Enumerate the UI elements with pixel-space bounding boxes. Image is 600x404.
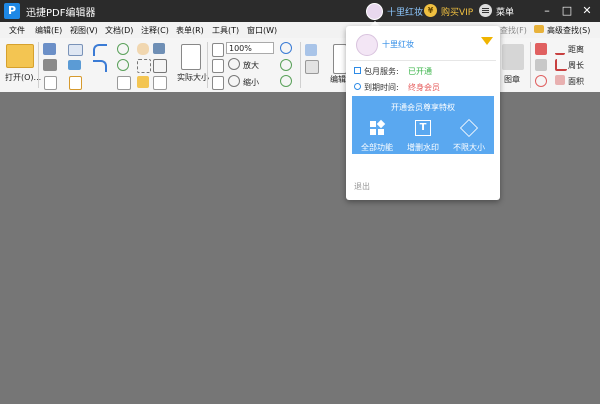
- eraser-icon[interactable]: [535, 59, 547, 71]
- cube-icon: [459, 118, 479, 138]
- area-icon[interactable]: [555, 75, 565, 85]
- logout-link[interactable]: 退出: [354, 181, 370, 192]
- text-tool-icon[interactable]: [305, 60, 319, 74]
- find-menu[interactable]: 查找(F): [500, 25, 527, 36]
- actual-size-label[interactable]: 实际大小: [177, 72, 209, 83]
- actual-size-icon[interactable]: [181, 44, 201, 70]
- new-document-icon[interactable]: [44, 76, 57, 90]
- forward-icon[interactable]: [117, 59, 129, 71]
- page-icon[interactable]: [117, 76, 131, 90]
- stamp-icon[interactable]: [502, 44, 524, 70]
- distance-label[interactable]: 距离: [568, 44, 584, 55]
- zoom-level-input[interactable]: 100%: [226, 42, 274, 54]
- text-watermark-icon: T: [415, 120, 431, 136]
- title-bar: P 迅捷PDF编辑器 十里红妆 ¥ 购买VIP 菜单 – □ ✕: [0, 0, 600, 22]
- advanced-find-menu[interactable]: 高级查找(S): [547, 25, 590, 36]
- fit-page-icon[interactable]: [212, 43, 224, 57]
- edit-tool-icon[interactable]: [305, 44, 317, 56]
- snapshot-icon[interactable]: [153, 43, 165, 54]
- cloud-icon[interactable]: [68, 60, 81, 70]
- area-label[interactable]: 面积: [568, 76, 584, 87]
- menu-document[interactable]: 文档(D): [105, 25, 133, 36]
- rotate-back-icon[interactable]: [280, 75, 292, 87]
- vip-privileges-title: 开通会员尊享特权: [391, 103, 455, 112]
- save-icon[interactable]: [43, 43, 56, 55]
- menu-form[interactable]: 表单(R): [176, 25, 204, 36]
- clear-icon[interactable]: [535, 75, 547, 87]
- vip-privileges-panel[interactable]: 开通会员尊享特权 全部功能 T 增删水印 不限大小: [352, 96, 494, 154]
- hand-tool-icon[interactable]: [137, 43, 149, 55]
- zoom-in-icon[interactable]: [228, 58, 240, 70]
- rotate-icon[interactable]: [280, 59, 292, 71]
- open-folder-icon[interactable]: [6, 44, 34, 68]
- perimeter-icon[interactable]: [555, 59, 567, 71]
- select-text-icon[interactable]: [137, 59, 151, 73]
- user-avatar[interactable]: [366, 3, 383, 20]
- email-icon[interactable]: [68, 44, 83, 56]
- zoom-out-icon[interactable]: [228, 75, 240, 87]
- zoom-in-label[interactable]: 放大: [243, 60, 259, 71]
- edit-label[interactable]: 编辑: [330, 74, 346, 85]
- zoom-out-label[interactable]: 缩小: [243, 77, 259, 88]
- menu-bar: 文件 编辑(E) 视图(V) 文档(D) 注释(C) 表单(R) 工具(T) 窗…: [0, 22, 600, 38]
- fit-visible-icon[interactable]: [212, 76, 224, 90]
- user-name-link[interactable]: 十里红妆: [387, 5, 423, 18]
- stamp-label[interactable]: 图章: [504, 74, 520, 85]
- open-button-label[interactable]: 打开(O)...: [5, 72, 41, 83]
- feature-watermark[interactable]: T 增删水印: [400, 118, 446, 154]
- monthly-service-label: 包月服务:: [364, 67, 399, 76]
- attach-icon[interactable]: [153, 76, 167, 90]
- feature-all-functions[interactable]: 全部功能: [354, 118, 400, 154]
- menu-edit[interactable]: 编辑(E): [35, 25, 62, 36]
- feature-all-functions-label: 全部功能: [361, 143, 393, 152]
- menu-view[interactable]: 视图(V): [70, 25, 98, 36]
- feature-unlimited-size[interactable]: 不限大小: [446, 118, 492, 154]
- main-menu-button[interactable]: 菜单: [496, 5, 514, 18]
- diamond-icon: [481, 37, 493, 45]
- menu-annotate[interactable]: 注释(C): [141, 25, 169, 36]
- menu-file[interactable]: 文件: [9, 25, 25, 36]
- back-icon[interactable]: [117, 43, 129, 55]
- print-icon[interactable]: [43, 59, 57, 71]
- feature-unlimited-size-label: 不限大小: [453, 143, 485, 152]
- user-popup: 十里红妆 包月服务: 已开通 到期时间: 终身会员 开通会员尊享特权 全部功能 …: [346, 26, 500, 200]
- magnifier-icon[interactable]: [280, 42, 292, 54]
- distance-icon[interactable]: [555, 43, 565, 55]
- popup-avatar: [356, 34, 378, 56]
- popup-user-name: 十里红妆: [382, 40, 414, 49]
- app-logo-icon: P: [4, 3, 20, 19]
- undo-icon[interactable]: [93, 44, 107, 56]
- minimize-icon[interactable]: –: [538, 2, 556, 20]
- expire-time-value: 终身会员: [408, 83, 440, 92]
- vip-coin-icon[interactable]: ¥: [424, 4, 437, 17]
- expire-time-label: 到期时间:: [364, 83, 399, 92]
- redo-icon[interactable]: [93, 60, 107, 72]
- menu-icon[interactable]: [479, 4, 492, 17]
- calendar-icon: [354, 67, 361, 74]
- menu-window[interactable]: 窗口(W): [247, 25, 277, 36]
- document-workspace[interactable]: [0, 92, 600, 404]
- toolbar: 打开(O)... 实际大小 100% 放大 缩小 编辑 图章 距离 周长 面积: [0, 38, 600, 93]
- app-title: 迅捷PDF编辑器: [26, 8, 96, 19]
- clock-icon: [354, 83, 361, 90]
- folder-search-icon: [534, 25, 544, 33]
- menu-tools[interactable]: 工具(T): [212, 25, 239, 36]
- select-area-icon[interactable]: [153, 59, 167, 73]
- edit-content-icon[interactable]: [333, 44, 347, 74]
- monthly-service-value: 已开通: [408, 67, 432, 76]
- comment-icon[interactable]: [137, 76, 149, 88]
- maximize-icon[interactable]: □: [558, 2, 576, 20]
- pen-icon[interactable]: [535, 43, 547, 55]
- close-icon[interactable]: ✕: [578, 2, 596, 20]
- export-icon[interactable]: [69, 76, 82, 90]
- buy-vip-button[interactable]: 购买VIP: [441, 5, 473, 18]
- fit-width-icon[interactable]: [212, 59, 224, 73]
- grid-icon: [369, 119, 386, 136]
- perimeter-label[interactable]: 周长: [568, 60, 584, 71]
- popup-divider: [350, 60, 496, 61]
- feature-watermark-label: 增删水印: [407, 143, 439, 152]
